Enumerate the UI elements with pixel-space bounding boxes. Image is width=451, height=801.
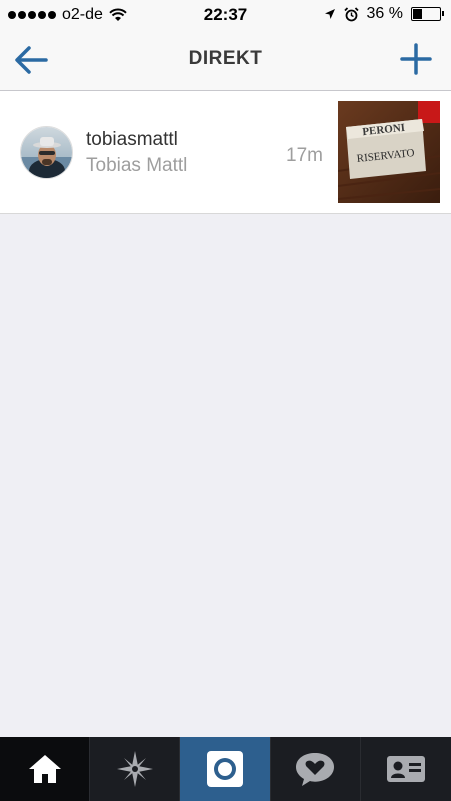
tab-profile[interactable] (361, 737, 451, 801)
activity-icon (296, 753, 335, 786)
tab-bar (0, 737, 451, 801)
tab-camera[interactable] (180, 737, 271, 801)
nav-bar: DIREKT (0, 30, 451, 91)
plus-icon[interactable] (399, 42, 433, 76)
thread-thumbnail[interactable]: PERONI RISERVATO (338, 101, 440, 203)
avatar[interactable] (20, 126, 73, 179)
profile-icon (386, 756, 425, 782)
home-icon (28, 755, 61, 783)
thread-username: tobiasmattl (86, 129, 178, 150)
tab-home[interactable] (0, 737, 91, 801)
explore-icon (116, 751, 153, 787)
thread-full-name: Tobias Mattl (86, 155, 188, 176)
status-bar: o2-de 22:37 36 % (0, 0, 451, 30)
status-right: 36 % (324, 5, 444, 23)
tab-activity[interactable] (271, 737, 361, 801)
battery-percent: 36 % (366, 5, 403, 22)
thread-row[interactable]: tobiasmattl Tobias Mattl 17m PERONI RISE… (0, 91, 451, 214)
alarm-icon (343, 6, 359, 21)
thread-list: tobiasmattl Tobias Mattl 17m PERONI RISE… (0, 91, 451, 214)
page-title: DIREKT (188, 48, 263, 69)
battery-fill (413, 9, 422, 19)
thread-timestamp: 17m (286, 145, 323, 166)
location-icon (324, 9, 335, 19)
battery-icon (411, 7, 444, 21)
camera-icon (206, 751, 243, 787)
tab-explore[interactable] (90, 737, 181, 801)
